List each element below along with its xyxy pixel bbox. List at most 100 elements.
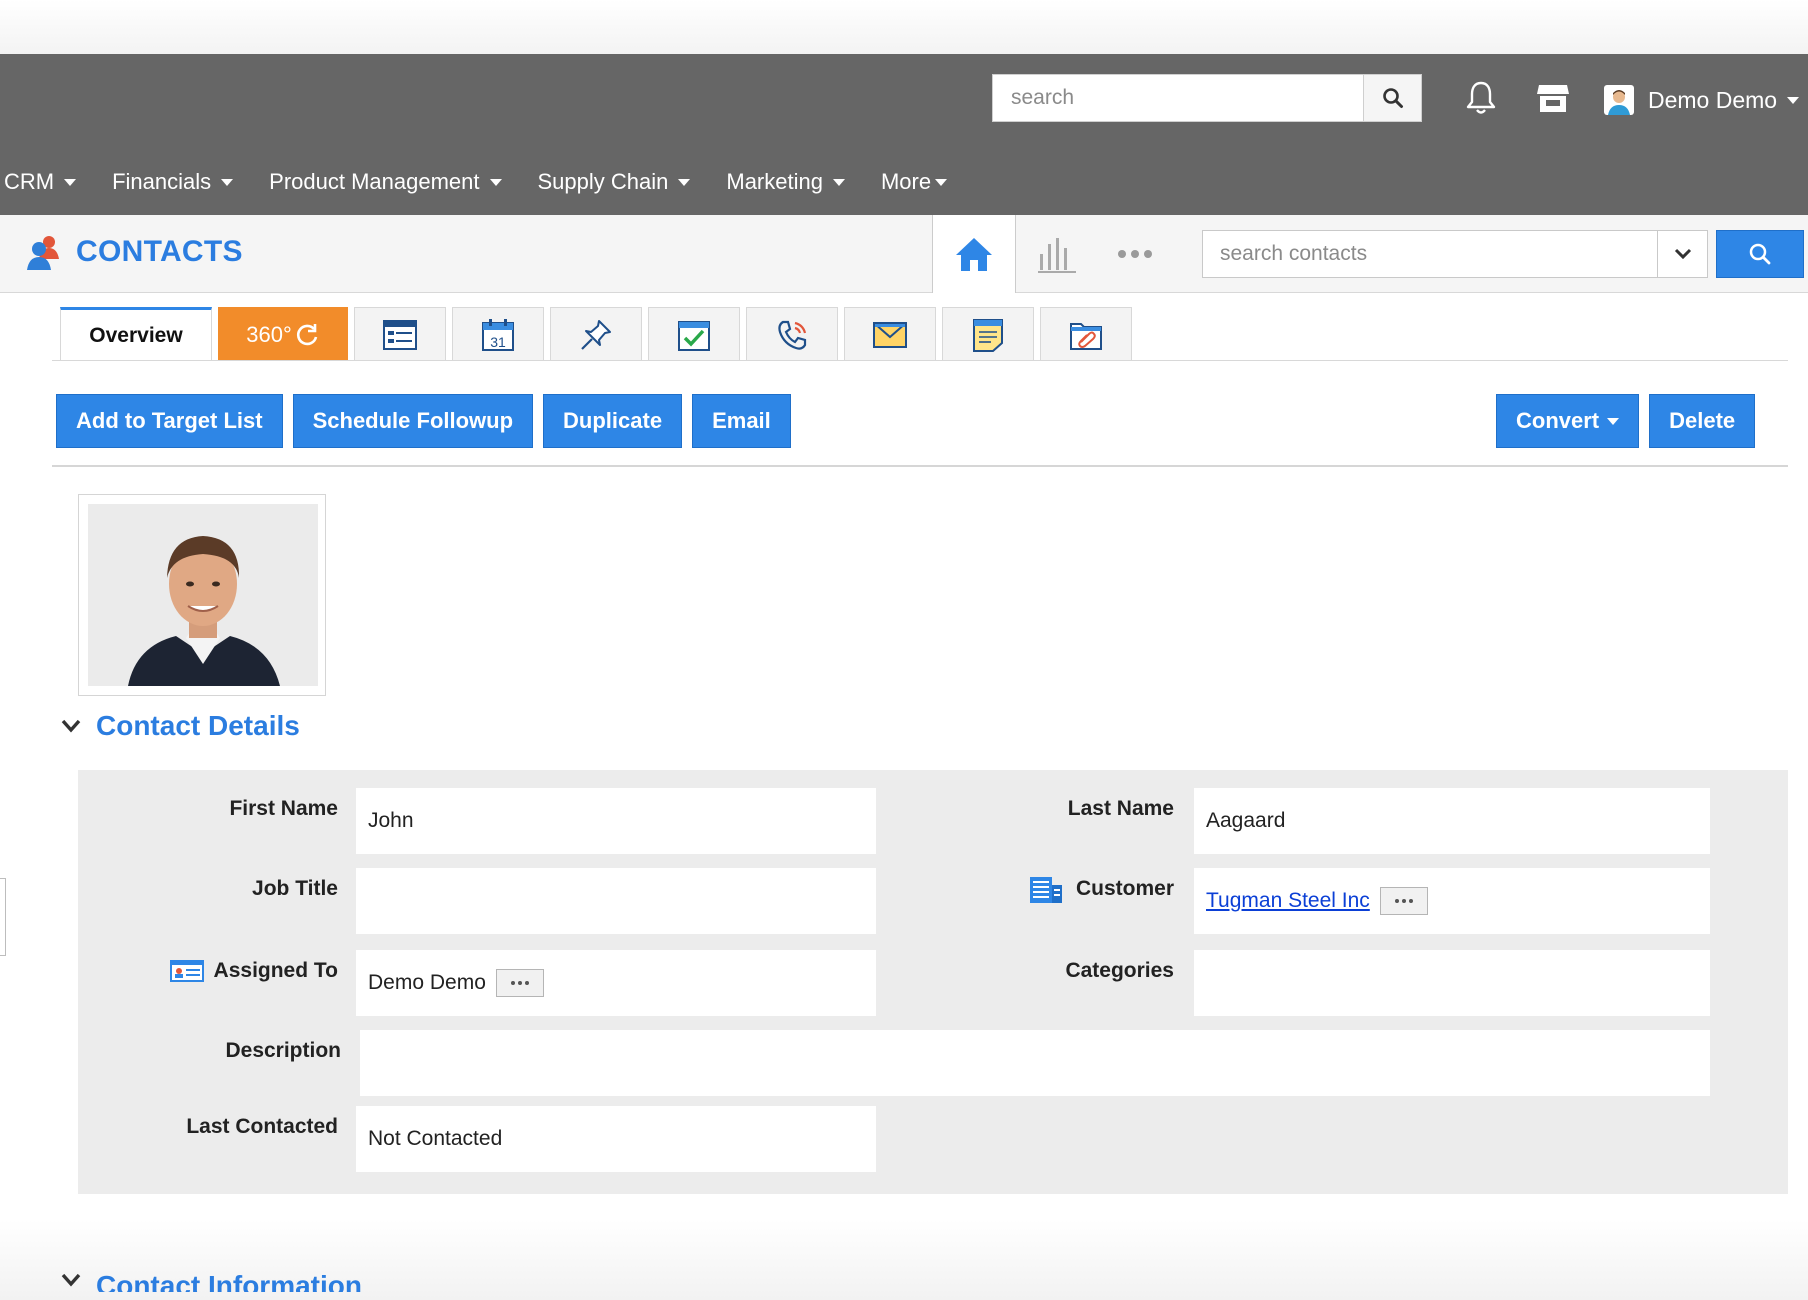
record-tabs: Overview 360° 31 [60,307,1138,361]
tab-details[interactable] [354,307,446,361]
chevron-down-icon [678,178,691,186]
tab-attachments[interactable] [1040,307,1132,361]
tab-calendar[interactable]: 31 [452,307,544,361]
module-tools [932,215,1808,293]
global-search-input[interactable] [993,75,1365,121]
description-field[interactable] [360,1030,1710,1096]
email-button[interactable]: Email [692,394,791,448]
first-name-field[interactable]: John [356,788,876,854]
id-card-icon [169,960,204,982]
nav-label: Financials [112,169,212,194]
reports-button[interactable] [1032,231,1082,277]
bar-chart-icon [1038,238,1076,273]
assigned-to-value[interactable]: Demo Demo [368,971,486,995]
dot-icon [524,981,529,985]
assigned-to-field: Demo Demo [356,950,876,1016]
chevron-down-icon [61,1273,81,1287]
dot-icon [1408,899,1413,903]
chevron-down-icon [221,178,234,186]
tab-emails[interactable] [844,307,936,361]
last-name-field[interactable]: Aagaard [1194,788,1710,854]
note-icon [973,318,1003,352]
global-search [992,74,1422,122]
avatar [1604,85,1634,115]
customer-label-wrap: Customer [914,864,1174,914]
store-icon [1537,85,1569,112]
contacts-icon [27,236,59,270]
nav-item-supply-chain[interactable]: Supply Chain [538,162,691,202]
calendar-icon: 31 [482,318,514,351]
top-bar: Demo Demo CRM Financials Product Managem… [0,54,1808,215]
last-name-label: Last Name [1067,797,1174,820]
contact-details-section-toggle[interactable]: Contact Details [60,710,300,742]
dot-icon [1394,899,1399,903]
add-to-target-list-button[interactable]: Add to Target List [56,394,283,448]
tab-notes[interactable] [942,307,1034,361]
delete-button[interactable]: Delete [1649,394,1756,448]
convert-label: Convert [1516,408,1600,433]
chevron-down-icon [935,178,948,186]
job-title-field[interactable] [356,868,876,934]
module-bar: CONTACTS [0,215,1808,293]
search-filter-dropdown[interactable] [1657,231,1707,277]
nav-item-marketing[interactable]: Marketing [726,162,845,202]
tab-360[interactable]: 360° [218,307,348,361]
convert-button[interactable]: Convert [1496,394,1640,448]
tab-tasks[interactable] [648,307,740,361]
last-contacted-label: Last Contacted [186,1115,338,1138]
task-check-icon [678,320,710,351]
search-icon [1382,88,1403,108]
customer-link[interactable]: Tugman Steel Inc [1206,889,1370,913]
home-button[interactable] [932,215,1016,293]
assigned-to-options-button[interactable] [495,969,544,997]
nav-label: More [880,169,932,194]
action-bar: Add to Target List Schedule Followup Dup… [56,394,801,448]
chevron-down-icon [61,719,81,733]
store-button[interactable] [1532,76,1574,120]
contact-photo[interactable] [78,494,326,696]
description-label: Description [225,1039,341,1062]
nav-item-crm[interactable]: CRM [4,162,77,202]
contact-search-button[interactable] [1716,230,1804,278]
side-panel-handle[interactable] [0,878,6,956]
nav-item-more[interactable]: More [880,162,948,202]
chevron-down-icon [64,178,77,186]
user-menu[interactable]: Demo Demo [1604,78,1800,122]
tab-360-label: 360° [246,321,292,347]
duplicate-button[interactable]: Duplicate [543,394,683,448]
nav-label: CRM [4,169,55,194]
nav-label: Supply Chain [537,169,669,194]
search-icon [1749,243,1771,265]
section-title: Contact Details [96,710,300,741]
contact-information-section-toggle[interactable]: Contact Information [60,1272,362,1292]
categories-field[interactable] [1194,950,1710,1016]
global-search-button[interactable] [1363,75,1421,121]
section-title: Contact Information [96,1272,362,1292]
contact-search-input[interactable] [1203,231,1653,277]
dot-icon [510,981,515,985]
tab-overview[interactable]: Overview [60,307,212,361]
envelope-icon [873,321,907,348]
dot-icon [1401,899,1406,903]
nav-item-product-management[interactable]: Product Management [269,162,502,202]
job-title-label: Job Title [252,877,338,900]
dot-icon [1144,250,1152,258]
tab-calls[interactable] [746,307,838,361]
dot-icon [517,981,522,985]
schedule-followup-button[interactable]: Schedule Followup [292,394,534,448]
nav-item-financials[interactable]: Financials [112,162,234,202]
nav-label: Marketing [726,169,823,194]
refresh-icon [296,323,318,345]
module-title: CONTACTS [24,233,243,271]
contact-details-panel: First Name John Last Name Aagaard Job Ti… [78,770,1788,1194]
assigned-to-label-wrap: Assigned To [78,946,338,996]
chevron-down-icon [1787,96,1800,104]
notifications-button[interactable] [1460,76,1502,120]
tab-notes-pin[interactable] [550,307,642,361]
building-icon [1029,877,1062,903]
more-options-button[interactable] [1110,231,1160,277]
customer-options-button[interactable] [1379,887,1428,915]
last-contacted-field[interactable]: Not Contacted [356,1106,876,1172]
home-icon [956,238,992,271]
user-name: Demo Demo [1648,86,1778,113]
